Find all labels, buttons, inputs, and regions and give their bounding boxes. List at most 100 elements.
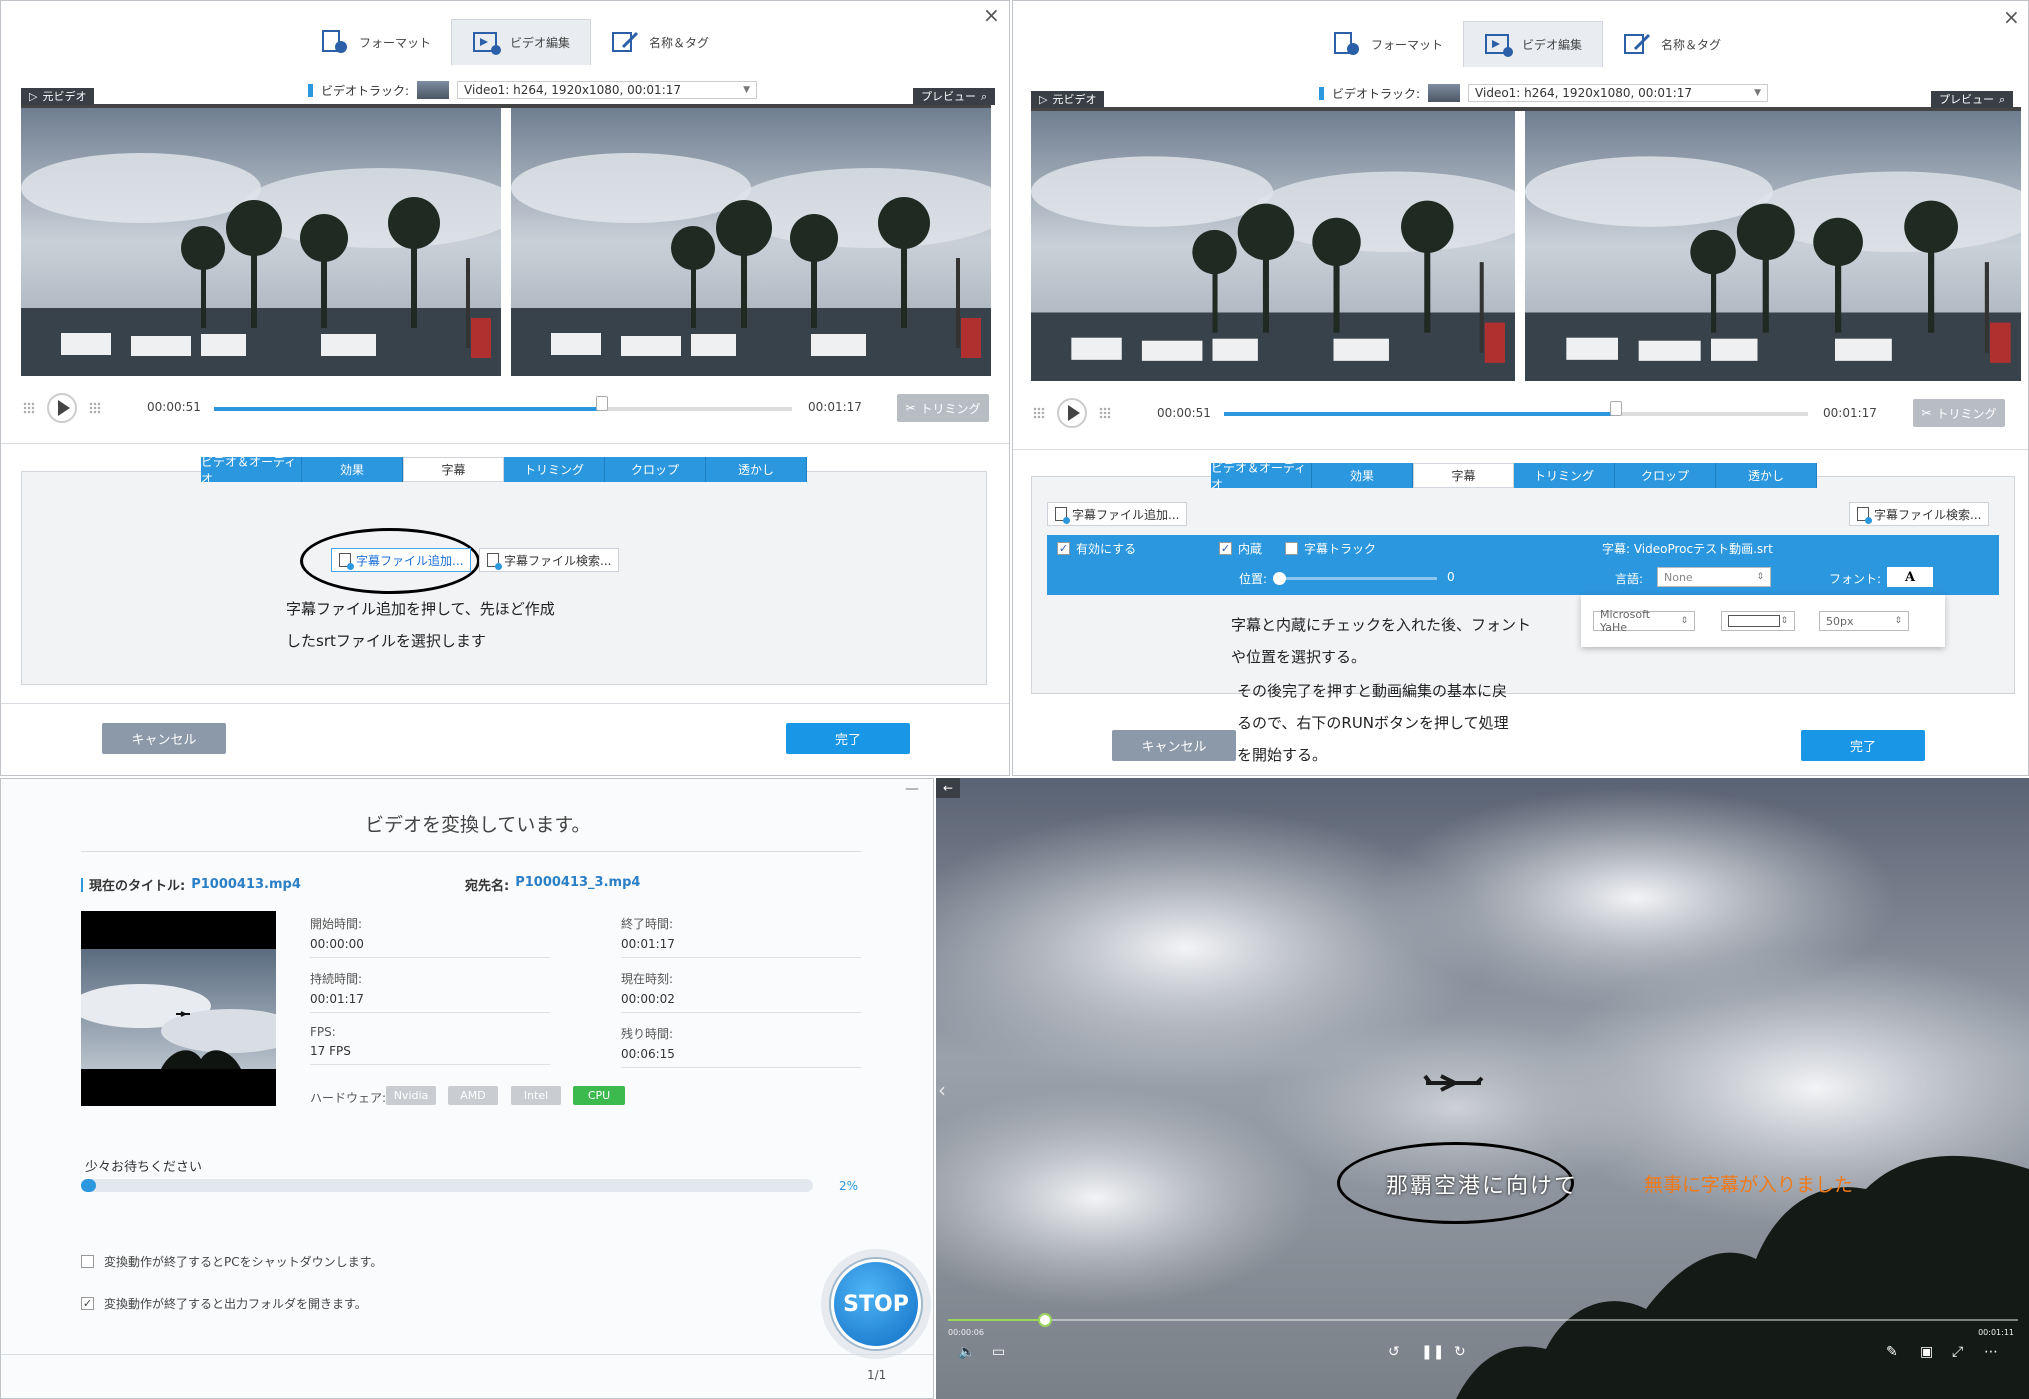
video-track-marker xyxy=(308,83,313,97)
search-icon: ⌕ xyxy=(1999,93,2006,106)
cancel-button[interactable]: キャンセル xyxy=(102,723,226,754)
volume-icon[interactable]: 🔈 xyxy=(958,1344,975,1360)
more-icon[interactable]: ⋯ xyxy=(1984,1344,1998,1360)
duration-value: 00:01:17 xyxy=(310,992,364,1006)
tab-video-edit[interactable]: ビデオ編集 xyxy=(451,19,592,65)
font-size-select[interactable]: 50px ⇕ xyxy=(1819,611,1909,631)
open-folder-option[interactable]: ✓ 変換動作が終了すると出力フォルダを開きます。 xyxy=(81,1295,367,1312)
tab-format[interactable]: フォーマット xyxy=(301,19,451,65)
forward-icon[interactable]: ↻ xyxy=(1454,1344,1466,1360)
language-select[interactable]: None ⇕ xyxy=(1657,567,1771,587)
shutdown-option[interactable]: ✓ 変換動作が終了するとPCをシャットダウンします。 xyxy=(81,1253,382,1270)
done-button[interactable]: 完了 xyxy=(1801,730,1925,761)
annotation-text: を開始する。 xyxy=(1237,746,1328,764)
minimize-icon[interactable]: — xyxy=(905,781,919,797)
shutdown-checkbox[interactable]: ✓ xyxy=(81,1255,94,1268)
font-family-select[interactable]: Microsoft YaHe ⇕ xyxy=(1593,608,1695,634)
close-icon[interactable]: × xyxy=(2003,5,2020,29)
search-subtitle-button[interactable]: 字幕ファイル検索... xyxy=(1849,502,1990,526)
position-control: 位置: xyxy=(1239,570,1267,587)
palm-scene-image xyxy=(21,108,501,376)
done-button[interactable]: 完了 xyxy=(786,723,910,754)
color-swatch xyxy=(1728,615,1780,627)
tab-name-tag[interactable]: 名称＆タグ xyxy=(1603,21,1741,67)
play-button[interactable] xyxy=(1057,398,1087,428)
add-subtitle-button[interactable]: 字幕ファイル追加... xyxy=(1047,502,1188,526)
tab-name-tag-label: 名称＆タグ xyxy=(1661,37,1722,52)
edit-tab-effects[interactable]: 効果 xyxy=(1312,463,1413,488)
duration-cell: 持続時間: 00:01:17 xyxy=(310,970,550,1013)
edit-tab-crop[interactable]: クロップ xyxy=(605,457,706,482)
open-folder-checkbox[interactable]: ✓ xyxy=(81,1297,94,1310)
seek-bar[interactable] xyxy=(214,396,792,411)
play-button[interactable] xyxy=(47,393,77,423)
stop-button-wrap: STOP xyxy=(821,1249,931,1359)
subtitle-track-checkbox[interactable]: ✓ xyxy=(1285,542,1298,555)
fps-value: 17 FPS xyxy=(310,1044,351,1058)
enable-checkbox-group[interactable]: ✓ 有効にする xyxy=(1057,540,1136,557)
edit-tab-crop[interactable]: クロップ xyxy=(1615,463,1716,488)
edit-icon[interactable]: ✎ xyxy=(1886,1344,1898,1360)
play-icon xyxy=(1067,405,1080,421)
chevron-down-icon: ▼ xyxy=(743,85,751,95)
edit-tab-watermark[interactable]: 透かし xyxy=(1716,463,1817,488)
current-time: 00:00:51 xyxy=(147,400,201,414)
pip-icon[interactable]: ▣ xyxy=(1920,1344,1933,1360)
enable-checkbox[interactable]: ✓ xyxy=(1057,542,1070,555)
trim-button[interactable]: ✂ トリミング xyxy=(897,394,989,422)
font-color-select[interactable]: ⇕ xyxy=(1721,611,1795,631)
close-icon[interactable]: × xyxy=(983,3,1000,27)
edit-tab-watermark[interactable]: 透かし xyxy=(706,457,807,482)
edit-tab-video-audio[interactable]: ビデオ＆オーディオ xyxy=(201,455,302,486)
video-track-select[interactable]: Video1: h264, 1920x1080, 00:01:17 ▼ xyxy=(457,81,758,99)
tab-video-edit[interactable]: ビデオ編集 xyxy=(1463,21,1604,67)
cancel-button[interactable]: キャンセル xyxy=(1112,730,1236,761)
embed-checkbox-group[interactable]: ✓ 内蔵 xyxy=(1219,540,1262,557)
font-button[interactable]: A xyxy=(1887,567,1933,587)
fullscreen-icon[interactable]: ⤢ xyxy=(1952,1344,1963,1360)
position-slider-handle[interactable] xyxy=(1273,572,1286,585)
frame-back-icon[interactable] xyxy=(23,402,35,414)
tab-name-tag[interactable]: 名称＆タグ xyxy=(591,19,729,65)
video-track-select[interactable]: Video1: h264, 1920x1080, 00:01:17 ▼ xyxy=(1468,84,1769,102)
edit-tab-trim[interactable]: トリミング xyxy=(1514,463,1615,488)
frame-forward-icon[interactable] xyxy=(1099,407,1111,419)
annotation-text: その後完了を押すと動画編集の基本に戻 xyxy=(1237,682,1508,700)
player-seek-bar[interactable] xyxy=(948,1313,2018,1327)
edit-tab-trim[interactable]: トリミング xyxy=(504,457,605,482)
rewind-icon[interactable]: ↺ xyxy=(1388,1344,1400,1360)
video-track-value: Video1: h264, 1920x1080, 00:01:17 xyxy=(464,83,682,97)
trim-button[interactable]: ✂ トリミング xyxy=(1913,399,2005,427)
tab-name-tag-label: 名称＆タグ xyxy=(649,35,710,50)
edit-tab-effects[interactable]: 効果 xyxy=(302,457,403,482)
edit-tab-subtitle[interactable]: 字幕 xyxy=(403,457,504,482)
subtitle-toggle-icon[interactable]: ▭ xyxy=(992,1344,1005,1360)
search-subtitle-button[interactable]: 字幕ファイル検索... xyxy=(479,548,620,572)
add-subtitle-button[interactable]: 字幕ファイル追加... xyxy=(331,548,472,572)
frame-back-icon[interactable] xyxy=(1033,407,1045,419)
tab-format[interactable]: フォーマット xyxy=(1313,21,1463,67)
font-family-value: Microsoft YaHe xyxy=(1600,608,1651,634)
seek-handle[interactable] xyxy=(596,396,609,411)
position-slider[interactable] xyxy=(1273,572,1437,585)
back-arrow-icon[interactable]: ← xyxy=(936,778,960,798)
hardware-nvidia: Nvidia xyxy=(386,1086,436,1105)
stop-button[interactable]: STOP xyxy=(831,1259,921,1349)
destination-row: 宛先名: P1000413_3.mp4 xyxy=(465,875,640,894)
chevron-left-icon[interactable]: ‹ xyxy=(938,1078,946,1102)
frame-forward-icon[interactable] xyxy=(89,402,101,414)
palm-scene-image xyxy=(511,108,991,376)
embed-checkbox[interactable]: ✓ xyxy=(1219,542,1232,555)
player-current-time: 00:00:06 xyxy=(948,1328,984,1337)
seek-bar[interactable] xyxy=(1224,401,1808,416)
subtitle-track-checkbox-group[interactable]: ✓ 字幕トラック xyxy=(1285,540,1376,557)
preview-tab[interactable]: プレビュー ⌕ xyxy=(1931,91,2014,108)
seek-handle[interactable] xyxy=(1610,401,1623,416)
play-icon xyxy=(57,400,70,416)
pause-icon[interactable]: ❚❚ xyxy=(1421,1344,1444,1360)
edit-tab-subtitle[interactable]: 字幕 xyxy=(1413,463,1514,488)
subtitle-text: 那覇空港に向けて xyxy=(1386,1174,1579,1199)
editor-tabs: フォーマット ビデオ編集 名称＆タグ xyxy=(301,19,729,65)
preview-tab[interactable]: プレビュー ⌕ xyxy=(913,88,996,105)
edit-tab-video-audio[interactable]: ビデオ＆オーディオ xyxy=(1211,461,1312,492)
